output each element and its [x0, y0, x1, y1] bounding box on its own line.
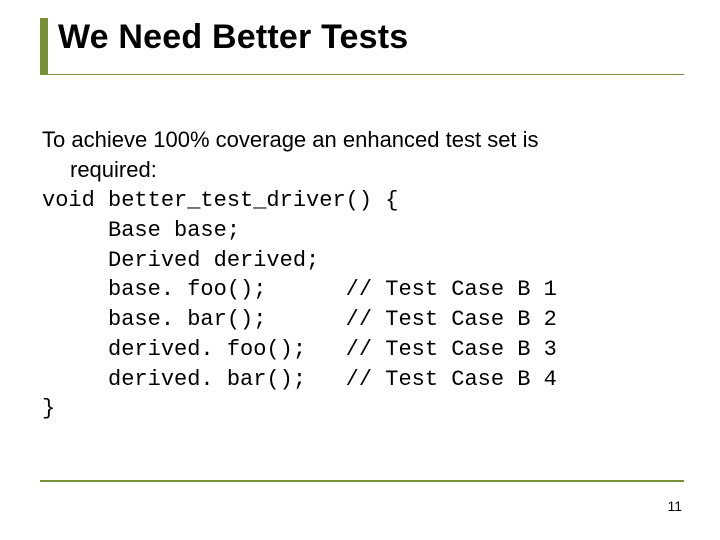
title-accent-bar: [40, 18, 48, 74]
intro-line-2: required:: [42, 155, 670, 185]
intro-text: To achieve 100% coverage an enhanced tes…: [42, 125, 670, 184]
code-block: void better_test_driver() { Base base; D…: [42, 186, 670, 424]
slide-title: We Need Better Tests: [58, 18, 408, 57]
page-number: 11: [667, 498, 682, 514]
intro-line-1: To achieve 100% coverage an enhanced tes…: [42, 125, 670, 155]
title-underline: [40, 74, 684, 75]
footer-rule: [40, 480, 684, 482]
slide-body: To achieve 100% coverage an enhanced tes…: [42, 125, 670, 424]
